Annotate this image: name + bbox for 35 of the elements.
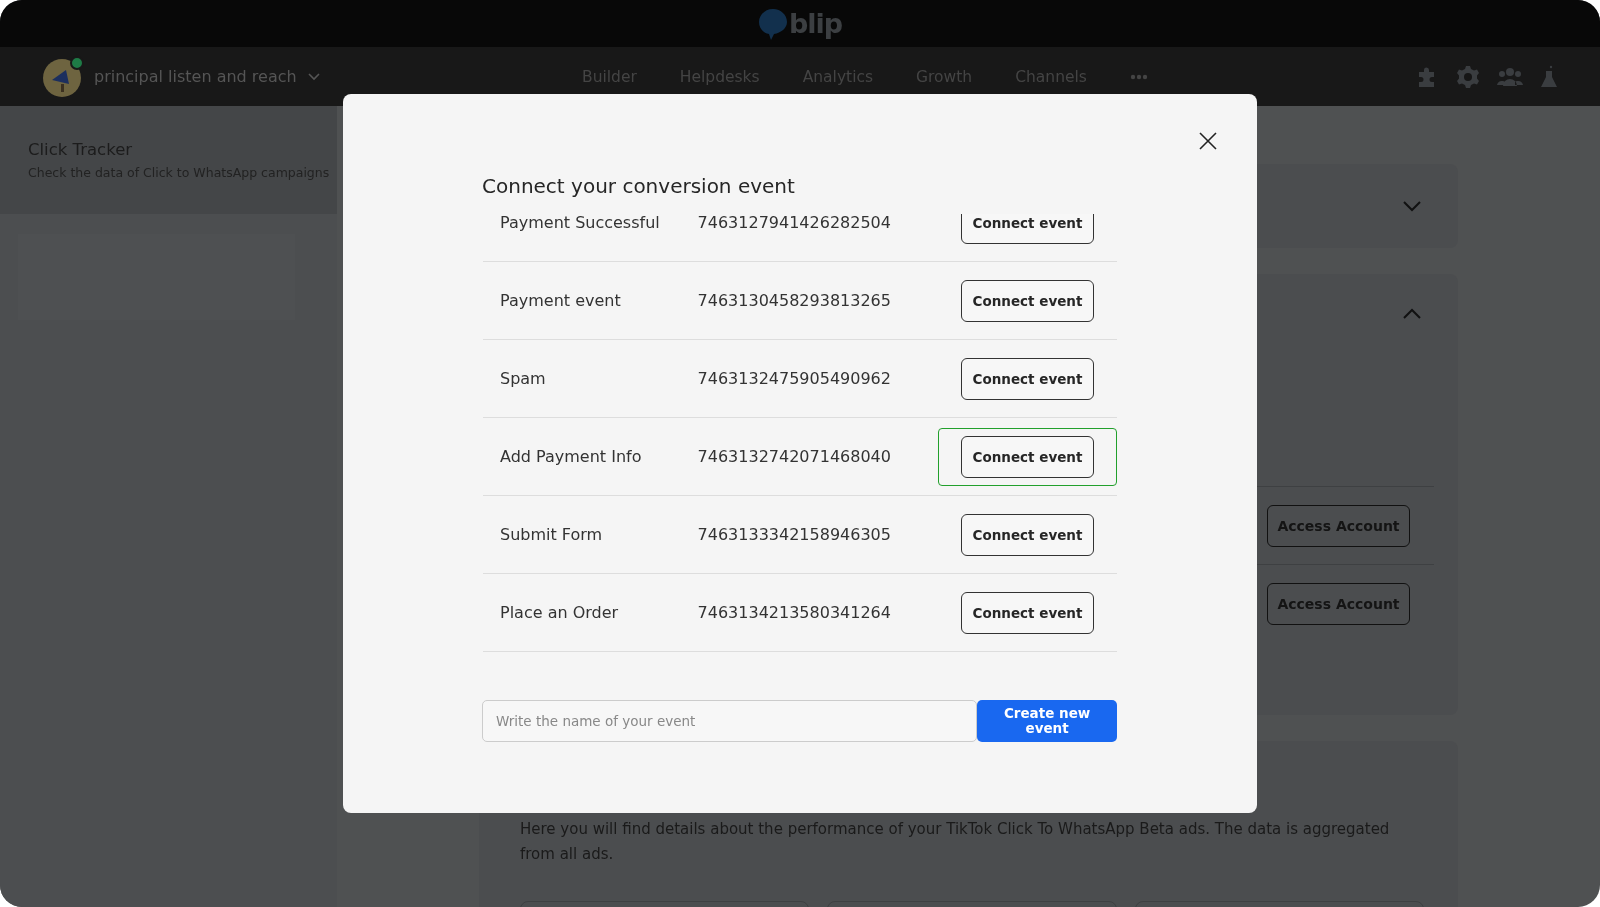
event-id: 7463132742071468040: [697, 447, 892, 466]
event-id: 7463132475905490962: [697, 369, 892, 388]
connect-event-button[interactable]: Connect event: [961, 591, 1094, 634]
account-name[interactable]: principal listen and reach: [94, 67, 297, 86]
event-name: Spam: [500, 369, 547, 388]
connect-event-button[interactable]: Connect event: [961, 279, 1094, 322]
event-name: Payment event: [500, 291, 622, 310]
chevron-down-icon[interactable]: [306, 71, 321, 82]
event-id: 7463134213580341264: [697, 603, 892, 622]
connect-event-button[interactable]: Connect event: [961, 513, 1094, 556]
chevron-down-icon[interactable]: [1402, 200, 1422, 212]
event-name: Place an Order: [500, 603, 620, 622]
more-icon[interactable]: [1129, 73, 1148, 80]
event-id: 7463127941426282504: [697, 214, 892, 232]
event-id: 7463130458293813265: [697, 291, 892, 310]
users-icon[interactable]: [1497, 65, 1523, 88]
settings-icon[interactable]: [1456, 64, 1480, 89]
event-name: Payment Successful: [500, 214, 661, 232]
avatar-icon: [42, 55, 84, 98]
close-icon: [1199, 132, 1217, 150]
event-name-field[interactable]: Write the name of your event: [482, 700, 978, 742]
chevron-up-icon[interactable]: [1402, 308, 1422, 320]
access-account-button[interactable]: Access Account: [1267, 504, 1410, 547]
connect-event-button[interactable]: Connect event: [961, 214, 1094, 244]
logo-text: blip: [788, 8, 843, 39]
access-account-button[interactable]: Access Account: [1267, 582, 1410, 625]
flask-icon[interactable]: [1540, 64, 1558, 89]
connect-event-button[interactable]: Connect event: [961, 435, 1094, 478]
event-name: Submit Form: [500, 525, 604, 544]
create-event-button[interactable]: Create new event: [977, 700, 1117, 742]
dialog-title: Connect your conversion event: [482, 174, 796, 200]
connect-event-button[interactable]: Connect event: [961, 357, 1094, 400]
event-id: 7463133342158946305: [697, 525, 892, 544]
event-name: Add Payment Info: [500, 447, 643, 466]
chat-bubble-icon: [757, 7, 788, 40]
